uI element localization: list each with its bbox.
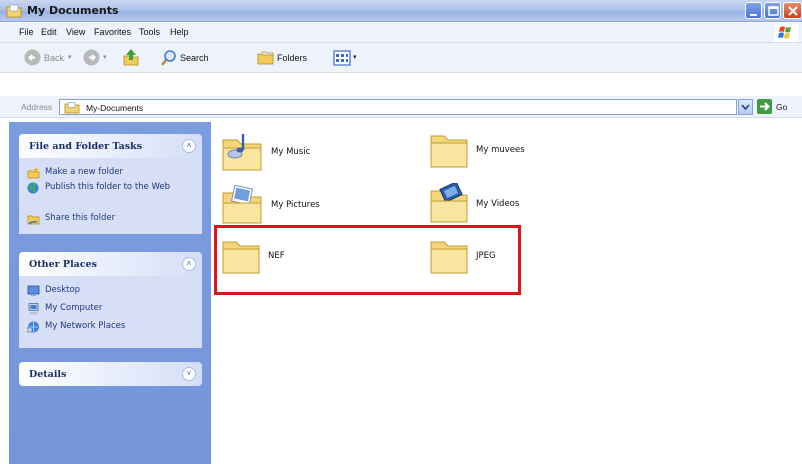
file-folder-tasks-body: Make a new folder Publish this folder to…: [19, 158, 202, 234]
address-input[interactable]: My-Documents: [59, 99, 737, 115]
menu-help[interactable]: Help: [170, 27, 189, 37]
address-label: Address: [21, 102, 53, 112]
task-share-folder[interactable]: Share this folder: [27, 213, 115, 225]
title-bar: My Documents: [0, 0, 802, 22]
back-dropdown-icon[interactable]: ▾: [68, 53, 72, 61]
folder-icon: [64, 102, 80, 114]
pictures-folder-icon: [222, 184, 262, 224]
address-value: My-Documents: [86, 103, 144, 113]
place-my-computer[interactable]: My Computer: [27, 303, 102, 315]
folder-label: My Music: [271, 147, 311, 157]
task-make-new-folder[interactable]: Make a new folder: [27, 167, 123, 179]
task-publish-web[interactable]: Publish this folder to the Web: [27, 182, 177, 194]
search-icon[interactable]: [160, 49, 178, 67]
chevron-down-icon: [741, 104, 750, 111]
place-desktop[interactable]: Desktop: [27, 285, 80, 297]
network-places-icon: [27, 321, 39, 333]
maximize-icon: [768, 6, 779, 16]
new-folder-icon: [27, 167, 40, 179]
collapse-icon[interactable]: ˄: [182, 257, 196, 271]
views-icon[interactable]: [333, 50, 351, 66]
go-label[interactable]: Go: [776, 102, 787, 112]
menu-view[interactable]: View: [66, 27, 85, 37]
share-folder-icon: [27, 215, 40, 225]
panel-title: File and Folder Tasks: [29, 141, 143, 152]
place-network[interactable]: My Network Places: [27, 321, 125, 333]
minimize-icon: [750, 14, 757, 16]
computer-icon: [28, 303, 39, 315]
task-label: Make a new folder: [45, 167, 123, 177]
other-places-header[interactable]: Other Places ˄: [19, 252, 202, 276]
forward-arrow-icon[interactable]: [83, 49, 100, 66]
go-arrow-icon: [760, 102, 770, 111]
other-places-body: Desktop My Computer My Network Places: [19, 276, 202, 348]
videos-folder-icon: [430, 183, 468, 223]
folder-my-videos[interactable]: My Videos: [428, 183, 519, 225]
place-label: My Computer: [45, 303, 103, 313]
folder-icon: [430, 135, 468, 168]
menu-favorites[interactable]: Favorites: [94, 27, 131, 37]
place-label: My Network Places: [45, 321, 126, 331]
left-margin: [0, 122, 9, 464]
windows-logo: [774, 24, 798, 42]
file-folder-tasks-panel: File and Folder Tasks ˄ Make a new folde…: [19, 134, 202, 234]
window-title: My Documents: [27, 4, 119, 17]
menu-edit[interactable]: Edit: [41, 27, 57, 37]
address-bar: Address My-Documents Go: [0, 96, 802, 118]
globe-icon: [27, 182, 39, 194]
menu-file[interactable]: File: [19, 27, 34, 37]
back-button-label[interactable]: Back: [44, 53, 64, 63]
folders-icon[interactable]: [257, 49, 275, 66]
back-arrow-icon[interactable]: [24, 49, 41, 66]
menu-bar: File Edit View Favorites Tools Help: [0, 23, 802, 43]
task-label: Publish this folder to the Web: [45, 182, 171, 192]
search-button-label[interactable]: Search: [180, 53, 209, 63]
place-label: Desktop: [45, 285, 81, 295]
details-panel: Details ˅: [19, 362, 202, 386]
panel-title: Details: [29, 369, 67, 380]
details-header[interactable]: Details ˅: [19, 362, 202, 386]
folder-my-music[interactable]: My Music: [219, 130, 310, 174]
views-dropdown-icon[interactable]: ▾: [353, 53, 357, 61]
desktop-icon: [27, 285, 40, 296]
folder-my-pictures[interactable]: My Pictures: [219, 183, 320, 227]
collapse-icon[interactable]: ˄: [182, 139, 196, 153]
minimize-button[interactable]: [745, 2, 762, 19]
folder-icon: [6, 4, 22, 18]
forward-dropdown-icon[interactable]: ▾: [103, 53, 107, 61]
menu-tools[interactable]: Tools: [139, 27, 160, 37]
close-icon: [788, 6, 798, 16]
file-folder-tasks-header[interactable]: File and Folder Tasks ˄: [19, 134, 202, 158]
close-button[interactable]: [783, 2, 802, 19]
go-button[interactable]: [757, 99, 772, 114]
folder-label: My muvees: [476, 145, 525, 155]
folder-my-muvees[interactable]: My muvees: [428, 130, 525, 170]
task-pane: File and Folder Tasks ˄ Make a new folde…: [9, 122, 211, 464]
folder-label: My Videos: [476, 199, 520, 209]
other-places-panel: Other Places ˄ Desktop My Computer My Ne…: [19, 252, 202, 348]
toolbar: Back ▾ ▾ Search Folders ▾: [0, 43, 802, 73]
expand-icon[interactable]: ˅: [182, 367, 196, 381]
highlight-box: [214, 225, 521, 295]
task-label: Share this folder: [45, 213, 116, 223]
up-folder-icon[interactable]: [122, 48, 140, 67]
folder-label: My Pictures: [271, 200, 320, 210]
maximize-button[interactable]: [764, 2, 781, 19]
panel-title: Other Places: [29, 259, 98, 270]
music-folder-icon: [222, 134, 262, 171]
address-dropdown-button[interactable]: [738, 99, 753, 115]
folders-button-label[interactable]: Folders: [277, 53, 307, 63]
